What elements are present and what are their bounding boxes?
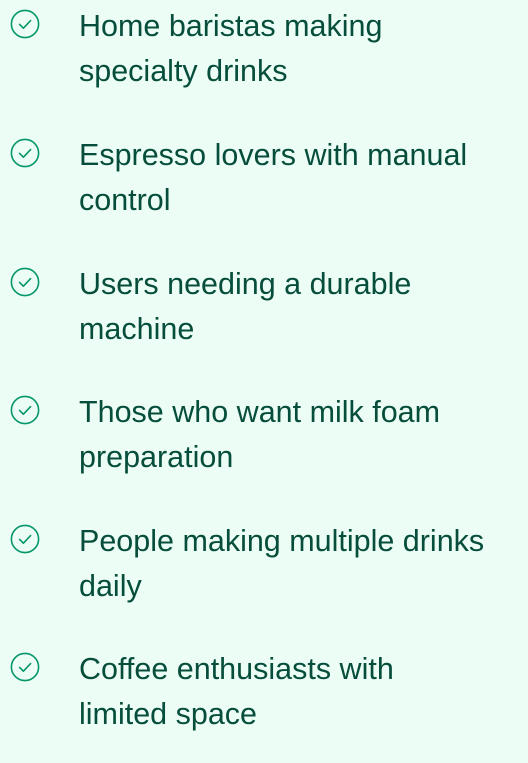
list-item-line: machine (79, 312, 195, 346)
list-item-line: preparation (79, 440, 234, 474)
list-item-line: control (79, 183, 171, 217)
list-item-text: Those who want milk foam preparation (79, 390, 528, 480)
list-item-text: Home baristas making specialty drinks (79, 4, 528, 94)
check-circle-icon (10, 9, 40, 39)
list-item-text: People making multiple drinks daily (79, 519, 528, 609)
list-item: People making multiple drinks daily (0, 515, 528, 635)
list-item: Coffee enthusiasts with limited space (0, 643, 528, 763)
list-item-text: Espresso lovers with manual control (79, 133, 528, 223)
check-circle-icon (10, 524, 40, 554)
check-circle-icon (10, 395, 40, 425)
list-item: Espresso lovers with manual control (0, 129, 528, 249)
list-item-line: People making multiple drinks (79, 524, 485, 558)
list-item-text: Coffee enthusiasts with limited space (79, 647, 528, 737)
list-item-line: Users needing a durable (79, 267, 412, 301)
target-audience-list: Home baristas making specialty drinks Esp… (0, 0, 528, 731)
list-item-line: Home baristas making (79, 9, 383, 43)
list-item-line: Espresso lovers with manual (79, 138, 468, 172)
check-circle-icon (10, 138, 40, 168)
list-item-line: Those who want milk foam (79, 395, 441, 429)
list-item-line: Coffee enthusiasts with (79, 652, 394, 686)
list-item-line: specialty drinks (79, 54, 288, 88)
list-item-line: limited space (79, 697, 257, 731)
list-item-line: daily (79, 569, 142, 603)
check-circle-icon (10, 652, 40, 682)
list-item: Those who want milk foam preparation (0, 386, 528, 506)
list-item-text: Users needing a durable machine (79, 262, 528, 352)
list-item: Users needing a durable machine (0, 258, 528, 378)
list-item: Home baristas making specialty drinks (0, 0, 528, 120)
check-circle-icon (10, 267, 40, 297)
